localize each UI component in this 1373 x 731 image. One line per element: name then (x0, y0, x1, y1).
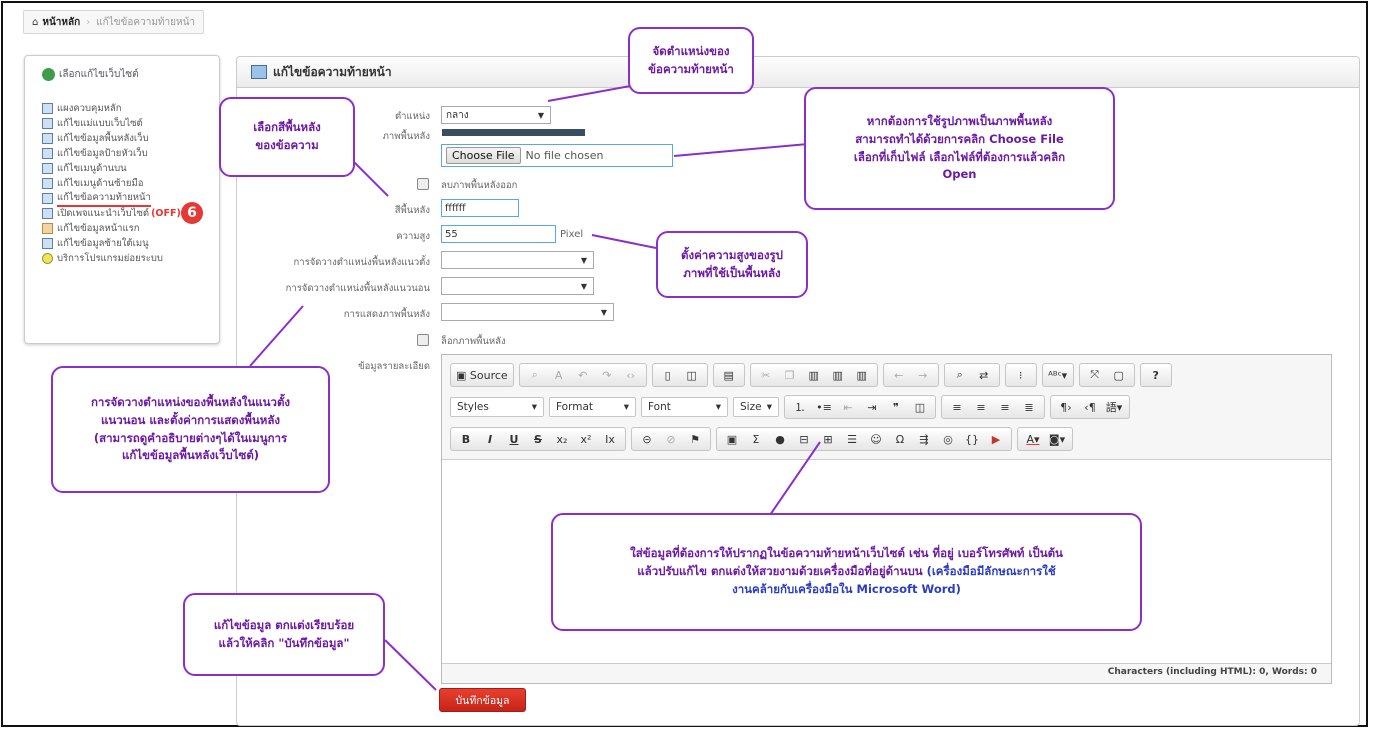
callout-line: เลือกที่เก็บไฟล์ เลือกไฟล์ที่ต้องการแล้ว… (853, 149, 1066, 164)
callout-line: ภาพที่ใช้เป็นพื้นหลัง (683, 265, 781, 280)
callout-line-blue: งานคล้ายกับเครื่องมือใน Microsoft Word) (732, 581, 961, 596)
pointer-height (591, 234, 657, 249)
callout-line: Open (942, 167, 977, 182)
callout-line: (สามารถดูคำอธิบายต่างๆได้ในเมนูการ (93, 430, 288, 445)
callout-bgimage: หากต้องการใช้รูปภาพเป็นภาพพื้นหลัง สามาร… (804, 87, 1115, 210)
callout-line: เลือกสีพื้นหลัง (253, 120, 321, 135)
callout-height: ตั้งค่าความสูงของรูปภาพที่ใช้เป็นพื้นหลั… (656, 231, 808, 298)
callout-line: หากต้องการใช้รูปภาพเป็นภาพพื้นหลัง (866, 113, 1053, 128)
callout-line: แนวนอน และตั้งค่าการแสดงพื้นหลัง (100, 412, 281, 427)
pointer-position (547, 84, 637, 102)
callout-line: แก้ไขข้อมูล ตกแต่งเรียบร้อย (213, 617, 355, 632)
callout-line: แล้วปรับแก้ไข ตกแต่งให้สวยงามด้วยเครื่อง… (630, 563, 1063, 581)
callout-line: สามารถทำได้ด้วยการคลิก Choose File (855, 131, 1064, 146)
callout-text-blue: (เครื่องมือมีลักษณะการใช้ (926, 564, 1056, 579)
pointer-save (384, 639, 437, 691)
callout-position: จัดตำแหน่งของข้อความท้ายหน้า (628, 27, 754, 94)
callout-line: ใส่ข้อมูลที่ต้องการให้ปรากฏในข้อความท้าย… (630, 546, 1063, 561)
callout-line: การจัดวางตำแหน่งของพื้นหลังในแนวตั้ง (90, 394, 291, 409)
callout-line: ข้อความท้ายหน้า (648, 61, 734, 76)
callout-line: จัดตำแหน่งของ (652, 43, 730, 58)
callout-text: แล้วปรับแก้ไข ตกแต่งให้สวยงามด้วยเครื่อง… (637, 564, 923, 579)
pointer-bgimage (673, 143, 809, 157)
callout-line: ของข้อความ (255, 138, 319, 152)
callout-line: แก้ไขข้อมูลพื้นหลังเว็บไซต์) (121, 448, 260, 463)
callout-save: แก้ไขข้อมูล ตกแต่งเรียบร้อยแล้วให้คลิก "… (183, 593, 385, 676)
callout-line: ตั้งค่าความสูงของรูป (681, 247, 783, 262)
callout-bg-position: การจัดวางตำแหน่งของพื้นหลังในแนวตั้ง แนว… (51, 366, 330, 493)
callout-line: แล้วให้คลิก "บันทึกข้อมูล" (218, 635, 350, 650)
pointer-content (769, 441, 821, 516)
pointer-bgposition (249, 305, 304, 367)
callout-bgcolor: เลือกสีพื้นหลังของข้อความ (219, 97, 355, 177)
callout-content: ใส่ข้อมูลที่ต้องการให้ปรากฏในข้อความท้าย… (551, 513, 1142, 631)
